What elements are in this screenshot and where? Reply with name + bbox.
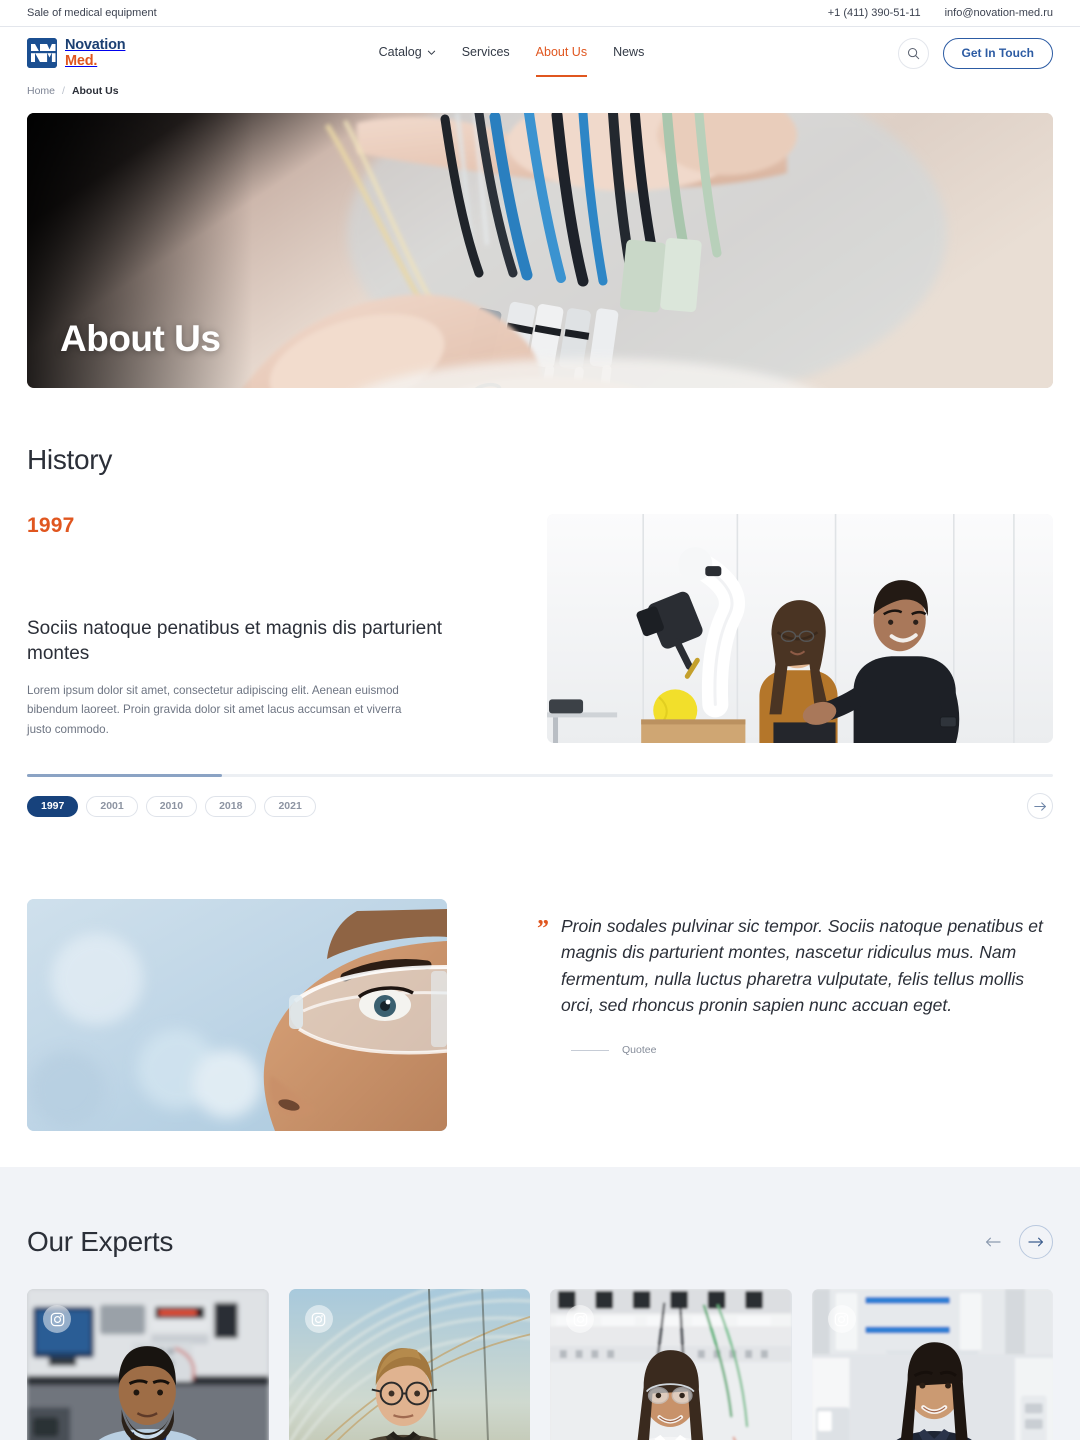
nav-label-services: Services (461, 45, 510, 59)
expert-card[interactable] (288, 1289, 530, 1440)
instagram-badge[interactable] (827, 1305, 856, 1333)
experts-heading: Our Experts (27, 1226, 174, 1257)
experts-next-button[interactable] (1019, 1225, 1053, 1259)
history-item-paragraph: Lorem ipsum dolor sit amet, consectetur … (27, 683, 402, 737)
arrow-right-icon (1033, 801, 1046, 811)
instagram-badge[interactable] (304, 1305, 333, 1333)
history-photo-robot-arm-lab (547, 514, 1053, 743)
history-section: History 1997 Sociis natoque penatibus et… (0, 444, 1080, 1131)
quote-mark-icon: ” (537, 916, 549, 942)
history-text-column: 1997 Sociis natoque penatibus et magnis … (27, 514, 547, 744)
logo-wordmark: Novation Med. (65, 36, 126, 69)
quote-section: ” Proin sodales pulvinar sic tempor. Soc… (27, 899, 1053, 1131)
site-header: Novation Med. Catalog Services About Us … (0, 27, 1080, 79)
header-actions: Get In Touch (897, 37, 1053, 69)
instagram-icon (573, 1312, 587, 1326)
topbar-contacts: +1 (411) 390-51-11 info@novation-med.ru (828, 7, 1053, 19)
experts-section: Our Experts (0, 1167, 1080, 1440)
breadcrumb-home-link[interactable]: Home (27, 85, 55, 97)
quote-content: ” Proin sodales pulvinar sic tempor. Soc… (537, 899, 1053, 1131)
topbar-phone-link[interactable]: +1 (411) 390-51-11 (828, 7, 921, 19)
instagram-icon (834, 1312, 849, 1326)
breadcrumb-current: About Us (71, 85, 119, 97)
year-tab-2018[interactable]: 2018 (205, 795, 257, 817)
main-navigation: Catalog Services About Us News (379, 45, 644, 77)
hero-banner: About Us (27, 113, 1053, 388)
quote-text: Proin sodales pulvinar sic tempor. Socii… (561, 916, 1043, 1015)
expert-card[interactable] (27, 1289, 269, 1440)
chevron-down-icon (427, 50, 435, 55)
nav-item-about-us[interactable]: About Us (535, 45, 588, 77)
history-next-button[interactable] (1027, 793, 1053, 819)
quote-attribution-rule (571, 1049, 609, 1051)
logo-mark-icon (27, 38, 57, 68)
expert-card[interactable] (550, 1289, 792, 1440)
year-tab-2001[interactable]: 2001 (86, 795, 138, 817)
quote-attribution: Quotee (571, 1044, 1053, 1056)
hero-title: About Us (60, 318, 221, 359)
nav-item-services[interactable]: Services (462, 45, 510, 61)
expert-card[interactable] (811, 1289, 1053, 1440)
history-progress-fill (27, 774, 222, 777)
logo-link[interactable]: Novation Med. (27, 36, 126, 69)
nav-item-catalog[interactable]: Catalog (379, 45, 436, 61)
logo-line-2: Med. (65, 53, 98, 69)
topbar-tagline: Sale of medical equipment (27, 7, 157, 19)
nav-label-news: News (613, 45, 645, 59)
experts-header: Our Experts (27, 1167, 1053, 1259)
history-progress-track[interactable] (27, 774, 1053, 777)
year-tab-2021[interactable]: 2021 (264, 795, 316, 817)
instagram-icon (311, 1312, 326, 1326)
nav-item-news[interactable]: News (613, 45, 644, 61)
history-heading: History (27, 444, 113, 475)
year-tab-2010[interactable]: 2010 (145, 795, 198, 817)
experts-grid (27, 1289, 1053, 1440)
year-tab-1997[interactable]: 1997 (27, 795, 79, 817)
breadcrumb: Home / About Us (0, 79, 1080, 103)
experts-carousel-nav (983, 1225, 1053, 1259)
get-in-touch-button[interactable]: Get In Touch (942, 37, 1053, 69)
search-icon (907, 47, 919, 59)
search-button[interactable] (897, 37, 929, 69)
quote-author: Quotee (622, 1044, 657, 1056)
history-years-row: 1997 2001 2010 2018 2021 (27, 793, 1053, 819)
experts-prev-button[interactable] (983, 1232, 1003, 1252)
arrow-left-icon (986, 1237, 1001, 1247)
instagram-icon (50, 1312, 64, 1326)
quote-photo-safety-goggles (27, 899, 447, 1131)
history-year-label: 1997 (27, 514, 75, 537)
utility-topbar: Sale of medical equipment +1 (411) 390-5… (0, 0, 1080, 27)
history-item-title: Sociis natoque penatibus et magnis dis p… (27, 618, 443, 665)
breadcrumb-separator: / (62, 85, 65, 97)
arrow-right-icon (1028, 1237, 1043, 1247)
nav-label-catalog: Catalog (378, 45, 422, 59)
instagram-badge[interactable] (43, 1305, 71, 1333)
history-content: 1997 Sociis natoque penatibus et magnis … (27, 514, 1053, 744)
history-year-tabs: 1997 2001 2010 2018 2021 (27, 795, 316, 817)
instagram-badge[interactable] (566, 1305, 594, 1333)
logo-line-1: Novation (65, 36, 126, 53)
nav-label-about-us: About Us (535, 45, 588, 59)
page-root: Sale of medical equipment +1 (411) 390-5… (0, 0, 1080, 1440)
topbar-email-link[interactable]: info@novation-med.ru (945, 7, 1053, 19)
